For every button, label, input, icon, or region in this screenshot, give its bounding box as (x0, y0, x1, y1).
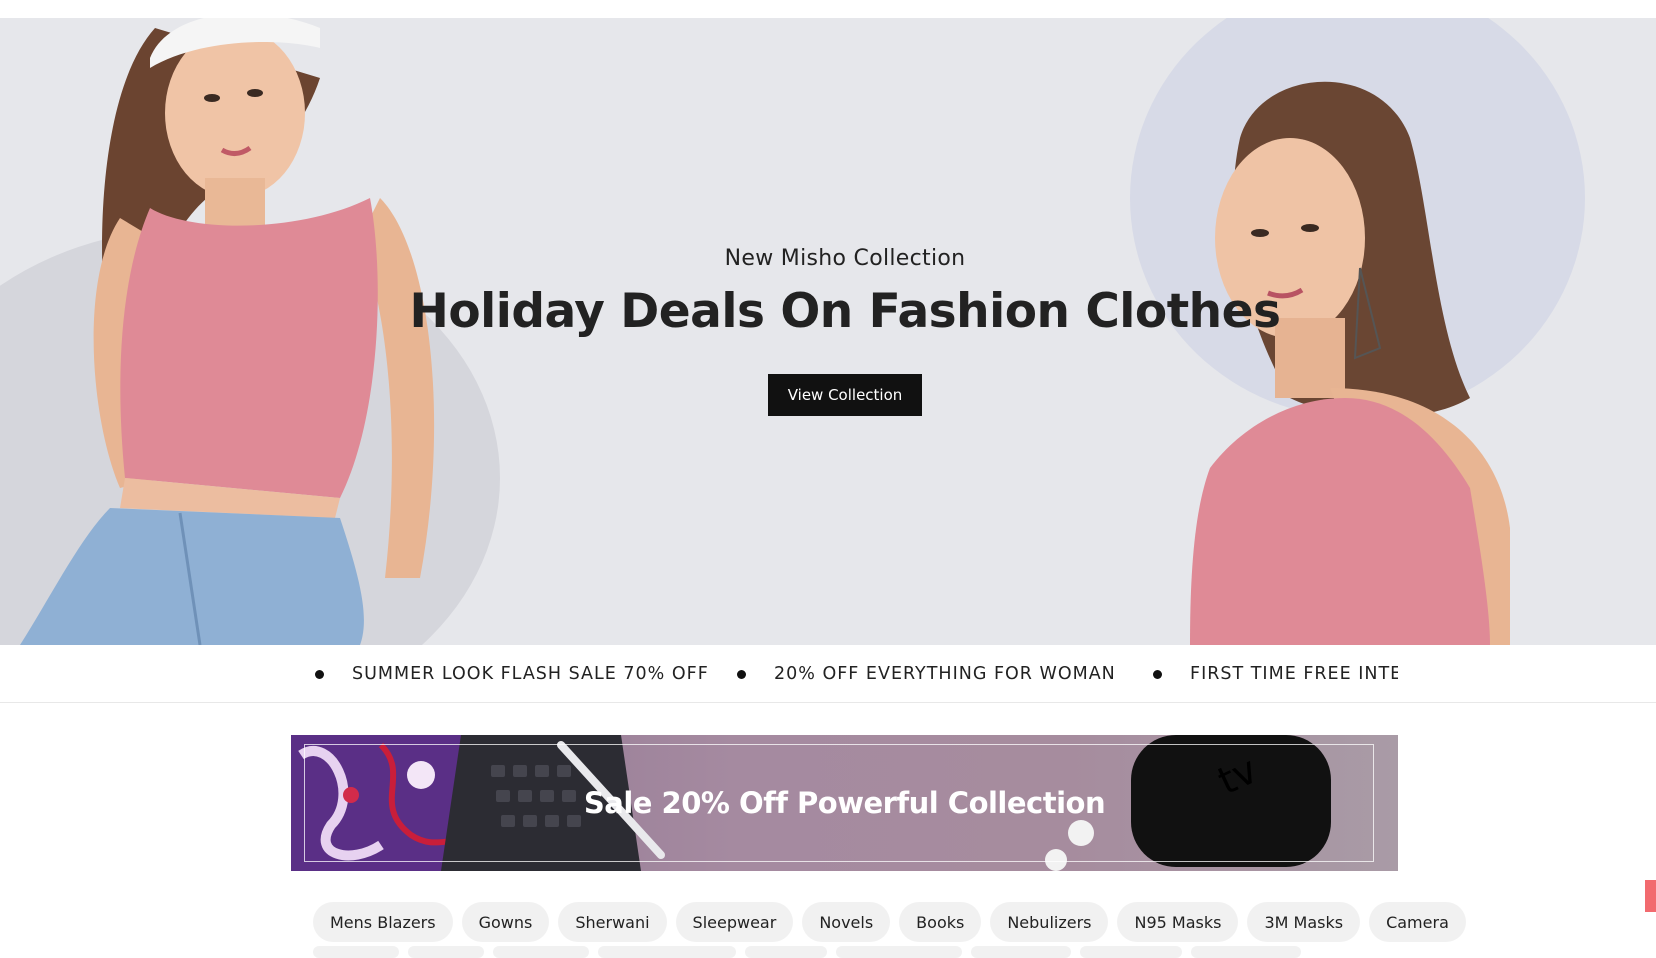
ticker-item-text: 20% OFF EVERYTHING FOR WOMAN (774, 664, 1116, 684)
tag-partial[interactable] (745, 946, 827, 958)
category-tags-row-2 (313, 946, 1310, 958)
tag-partial[interactable] (836, 946, 962, 958)
category-tags: Mens Blazers Gowns Sherwani Sleepwear No… (313, 902, 1475, 942)
ticker-item: FIRST TIME FREE INTERNATIONAL SHIPPING (1153, 645, 1398, 703)
promo-ticker: SUMMER LOOK FLASH SALE 70% OFF 20% OFF E… (0, 645, 1656, 703)
ticker-item-text: FIRST TIME FREE INTERNATIONAL SHIPPING (1190, 664, 1398, 684)
tag-partial[interactable] (1080, 946, 1182, 958)
hero-subtitle: New Misho Collection (724, 246, 966, 271)
tag-sleepwear[interactable]: Sleepwear (675, 902, 794, 942)
top-bar (0, 0, 1656, 18)
tag-partial[interactable] (313, 946, 399, 958)
tag-books[interactable]: Books (899, 902, 982, 942)
ticker-track: SUMMER LOOK FLASH SALE 70% OFF 20% OFF E… (305, 645, 1398, 703)
tag-mens-blazers[interactable]: Mens Blazers (313, 902, 453, 942)
tag-n95-masks[interactable]: N95 Masks (1117, 902, 1239, 942)
bullet-icon (315, 669, 324, 679)
tag-sherwani[interactable]: Sherwani (558, 902, 667, 942)
side-feedback-tab[interactable] (1645, 880, 1656, 912)
tag-gowns[interactable]: Gowns (461, 902, 550, 942)
ticker-item: SUMMER LOOK FLASH SALE 70% OFF (315, 645, 709, 703)
hero-content: New Misho Collection Holiday Deals On Fa… (0, 18, 1656, 645)
bullet-icon (1153, 669, 1162, 679)
tag-partial[interactable] (971, 946, 1071, 958)
tag-3m-masks[interactable]: 3M Masks (1247, 902, 1361, 942)
view-collection-button[interactable]: View Collection (768, 374, 922, 416)
banner-title: Sale 20% Off Powerful Collection (583, 786, 1106, 820)
tag-partial[interactable] (1191, 946, 1301, 958)
tag-camera[interactable]: Camera (1369, 902, 1466, 942)
bullet-icon (737, 669, 746, 679)
ticker-item-text: SUMMER LOOK FLASH SALE 70% OFF (352, 664, 709, 684)
tag-novels[interactable]: Novels (802, 902, 891, 942)
hero-title: Holiday Deals On Fashion Clothes (409, 284, 1282, 339)
tag-partial[interactable] (408, 946, 484, 958)
ticker-item: 20% OFF EVERYTHING FOR WOMAN (737, 645, 1116, 703)
tag-nebulizers[interactable]: Nebulizers (990, 902, 1109, 942)
sale-banner[interactable]: tv Sale 20% Off Powerful Collection (291, 735, 1398, 871)
tag-partial[interactable] (598, 946, 736, 958)
hero-slider: New Misho Collection Holiday Deals On Fa… (0, 18, 1656, 645)
tag-partial[interactable] (493, 946, 589, 958)
